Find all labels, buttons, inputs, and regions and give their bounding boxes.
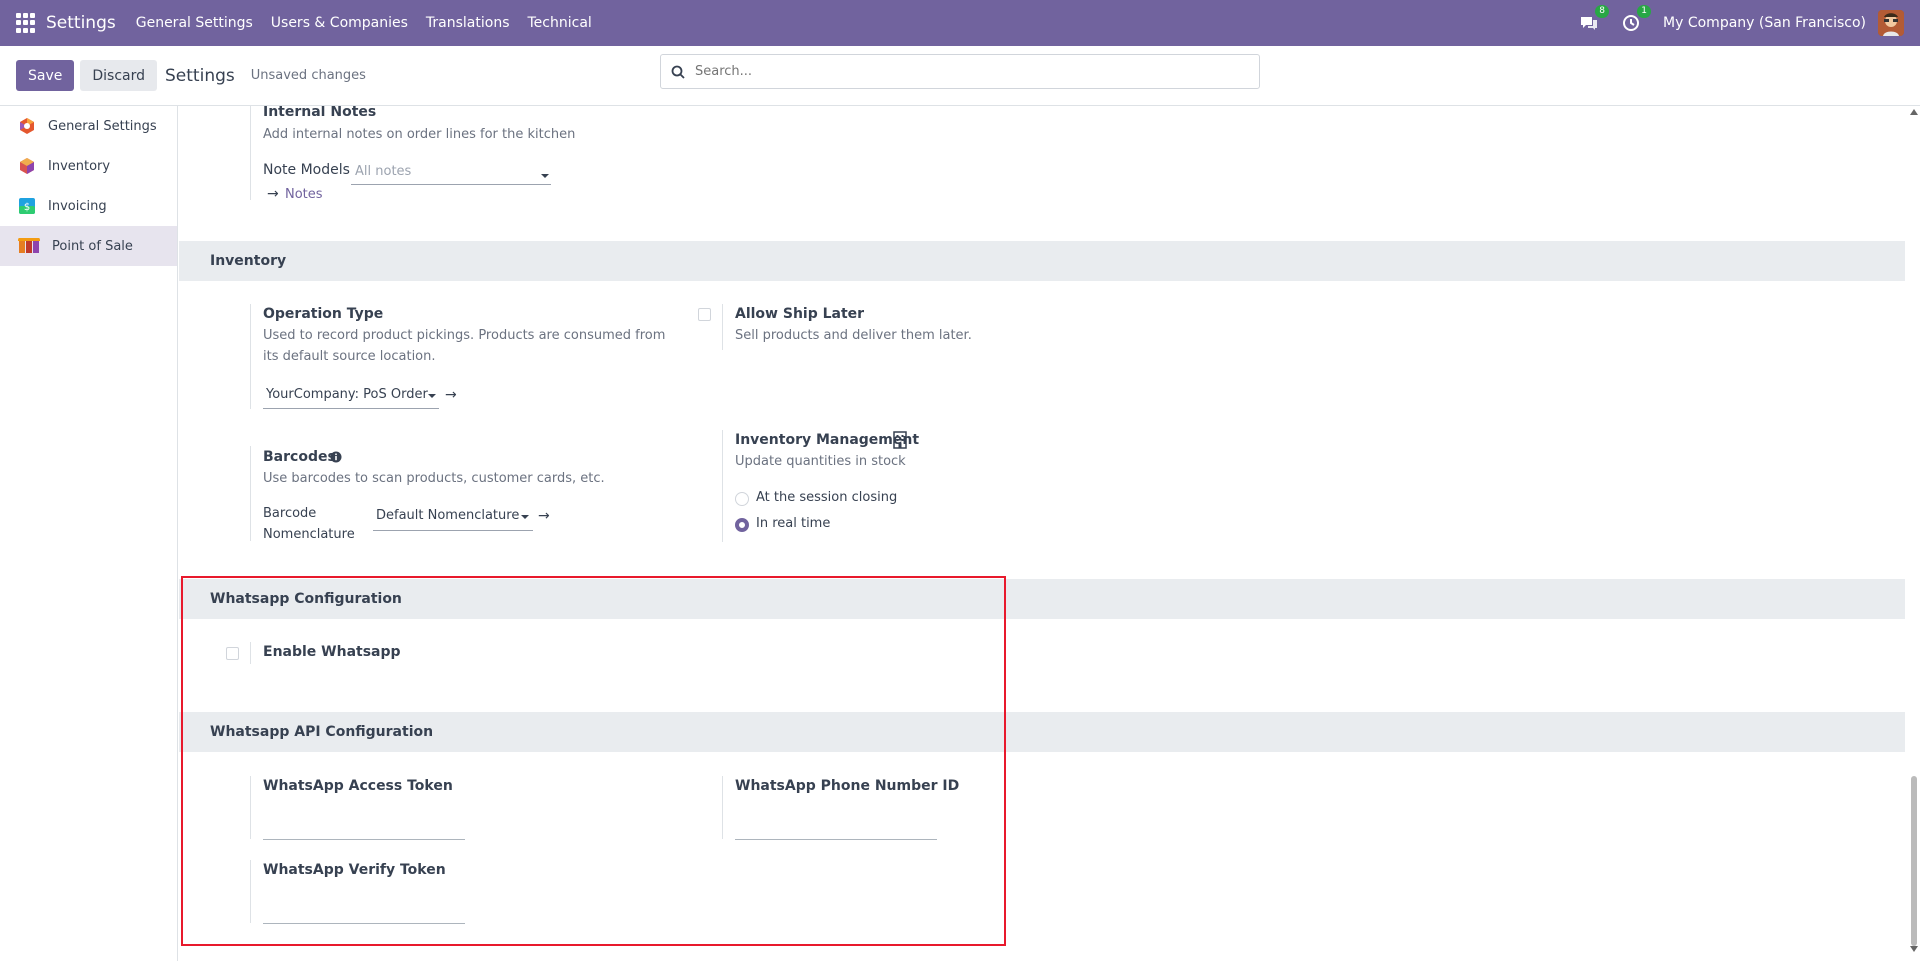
settings-content: Internal Notes Add internal notes on ord… [179, 106, 1905, 961]
chevron-down-icon[interactable] [521, 515, 529, 519]
allow-ship-later-label: Allow Ship Later [735, 306, 865, 322]
setting-divider [250, 860, 251, 923]
setting-divider [722, 776, 723, 839]
sidebar-item-label: Inventory [48, 158, 111, 174]
save-button[interactable]: Save [16, 60, 75, 91]
activities-badge: 1 [1637, 5, 1652, 18]
note-models-underline [351, 184, 551, 185]
note-models-label: Note Models [263, 162, 350, 178]
arrow-right-icon[interactable]: → [445, 387, 457, 403]
setting-divider [250, 642, 251, 664]
inventory-management-label: Inventory Management [735, 432, 920, 448]
enable-whatsapp-label: Enable Whatsapp [263, 644, 401, 660]
allow-ship-later-description: Sell products and deliver them later. [735, 328, 972, 343]
general-settings-icon [20, 118, 34, 134]
menu-technical[interactable]: Technical [528, 15, 592, 31]
whatsapp-verify-token-label: WhatsApp Verify Token [263, 862, 446, 878]
whatsapp-verify-token-input[interactable] [263, 923, 465, 924]
setting-divider [250, 776, 251, 839]
search-input[interactable] [695, 64, 1235, 79]
discard-button[interactable]: Discard [80, 60, 158, 91]
control-panel: Save Discard Settings Unsaved changes [0, 46, 1920, 106]
barcodes-description: Use barcodes to scan products, customer … [263, 471, 605, 486]
operation-type-label: Operation Type [263, 306, 384, 322]
notes-link[interactable]: Notes [285, 187, 323, 202]
menu-users-companies[interactable]: Users & Companies [271, 15, 408, 31]
menu-general-settings[interactable]: General Settings [136, 15, 253, 31]
radio-session-closing[interactable] [735, 492, 749, 506]
sidebar-item-label: General Settings [48, 118, 157, 134]
barcode-nomenclature-label-2: Nomenclature [263, 527, 355, 542]
company-switcher[interactable]: My Company (San Francisco) [1663, 15, 1866, 31]
app-title[interactable]: Settings [46, 13, 116, 33]
scrollbar-thumb[interactable] [1911, 776, 1917, 946]
apps-menu-icon[interactable] [16, 13, 36, 33]
enable-whatsapp-checkbox[interactable] [226, 647, 239, 660]
user-avatar[interactable] [1878, 10, 1904, 36]
operation-type-select[interactable]: YourCompany: PoS Order [266, 387, 428, 402]
radio-real-time[interactable] [735, 518, 749, 532]
inventory-management-description: Update quantities in stock [735, 454, 906, 469]
operation-type-description-2: its default source location. [263, 349, 436, 364]
point-of-sale-icon [18, 238, 40, 253]
setting-divider [722, 430, 723, 542]
setting-divider [250, 446, 251, 541]
sidebar-item-label: Invoicing [48, 198, 107, 214]
operation-type-underline [263, 408, 439, 409]
sidebar-item-label: Point of Sale [52, 238, 133, 254]
whatsapp-access-token-input[interactable] [263, 839, 465, 840]
sidebar-item-inventory[interactable]: Inventory [0, 146, 177, 186]
section-whatsapp-api-configuration: Whatsapp API Configuration [179, 712, 1905, 752]
info-icon[interactable] [330, 451, 342, 463]
whatsapp-phone-number-id-input[interactable] [735, 839, 937, 840]
svg-text:$: $ [24, 202, 30, 213]
scroll-up-icon[interactable] [1910, 109, 1918, 115]
whatsapp-access-token-label: WhatsApp Access Token [263, 778, 453, 794]
sidebar-item-invoicing[interactable]: $ Invoicing [0, 186, 177, 226]
barcode-nomenclature-underline [373, 530, 533, 531]
sidebar-item-general-settings[interactable]: General Settings [0, 106, 177, 146]
building-icon [893, 431, 907, 449]
unsaved-changes-indicator: Unsaved changes [250, 68, 366, 83]
setting-divider [250, 304, 251, 409]
search-bar[interactable] [660, 54, 1260, 89]
search-icon [671, 65, 685, 79]
note-models-input[interactable]: All notes [355, 161, 411, 182]
radio-session-closing-label[interactable]: At the session closing [756, 490, 897, 505]
chevron-down-icon[interactable] [428, 394, 436, 398]
allow-ship-later-checkbox[interactable] [698, 308, 711, 321]
section-inventory: Inventory [179, 241, 1905, 281]
systray: 8 1 My Company (San Francisco) [1579, 0, 1920, 46]
scroll-down-icon[interactable] [1910, 946, 1918, 952]
inventory-icon [20, 158, 34, 174]
section-whatsapp-configuration: Whatsapp Configuration [179, 579, 1905, 619]
operation-type-description: Used to record product pickings. Product… [263, 328, 666, 343]
radio-real-time-label[interactable]: In real time [756, 516, 830, 531]
breadcrumb-title: Settings [165, 65, 235, 86]
arrow-right-icon[interactable]: → [538, 508, 550, 524]
activities-icon[interactable]: 1 [1621, 5, 1652, 33]
messages-icon[interactable]: 8 [1579, 5, 1610, 33]
internal-notes-description: Add internal notes on order lines for th… [263, 127, 576, 142]
menu-translations[interactable]: Translations [426, 15, 510, 31]
internal-notes-label: Internal Notes [263, 106, 377, 120]
invoicing-icon: $ [19, 198, 35, 214]
sidebar-item-point-of-sale[interactable]: Point of Sale [0, 226, 177, 266]
setting-divider [250, 106, 251, 200]
arrow-right-icon: → [267, 186, 279, 202]
barcode-nomenclature-select[interactable]: Default Nomenclature [376, 508, 519, 523]
setting-divider [722, 304, 723, 350]
whatsapp-phone-number-id-label: WhatsApp Phone Number ID [735, 778, 960, 794]
top-navbar: Settings General Settings Users & Compan… [0, 0, 1920, 46]
vertical-scrollbar[interactable] [1908, 106, 1920, 961]
barcode-nomenclature-label: Barcode [263, 506, 317, 521]
messages-badge: 8 [1595, 5, 1610, 18]
barcodes-label: Barcodes [263, 449, 336, 465]
chevron-down-icon[interactable] [541, 174, 549, 178]
settings-sidebar: General Settings Inventory $ Invoicing P… [0, 106, 178, 961]
